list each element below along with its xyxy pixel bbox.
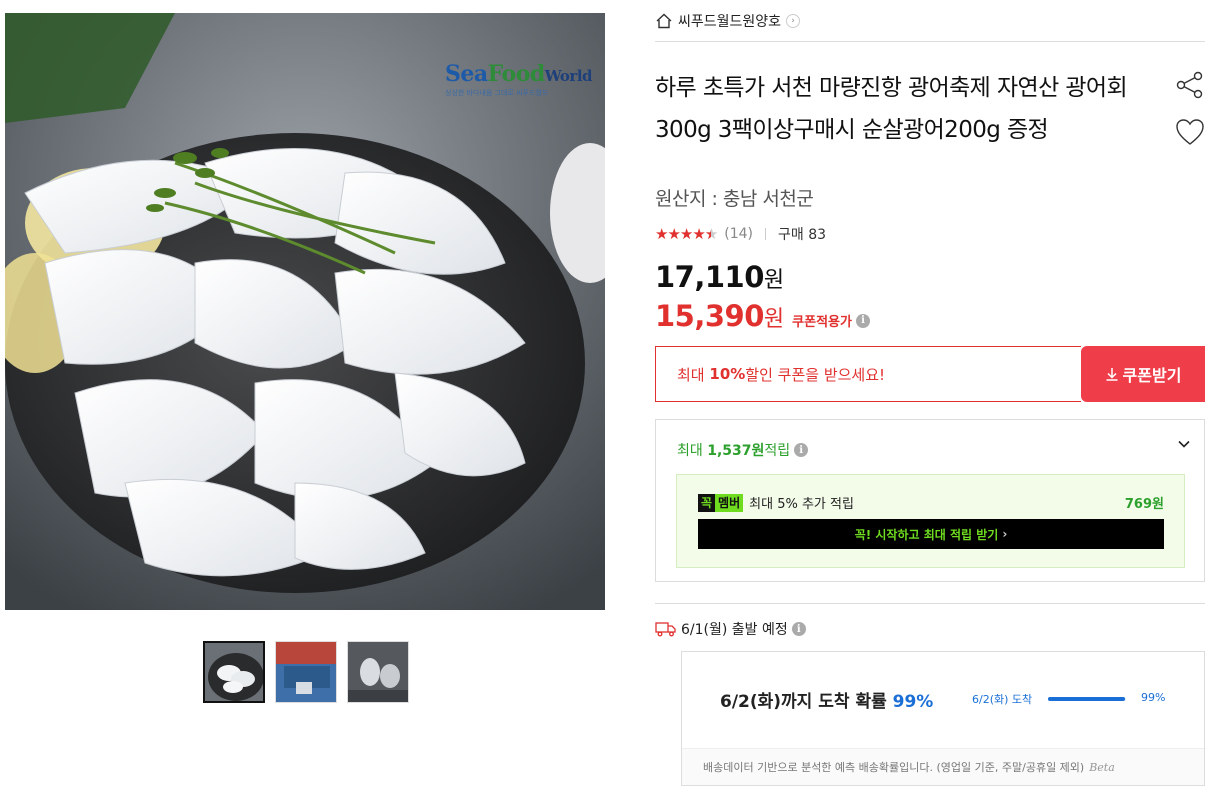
heart-icon[interactable] bbox=[1175, 118, 1205, 146]
arrival-progress-fill bbox=[1048, 697, 1126, 701]
start-membership-label: 꼭! 시작하고 최대 적립 받기 bbox=[854, 527, 999, 542]
divider bbox=[655, 603, 1205, 604]
arrival-footnote: 배송데이터 기반으로 분석한 예측 배송확률입니다. (영업일 기준, 주말/공… bbox=[682, 748, 1204, 785]
sale-price: 15,390 원 쿠폰적용가 i bbox=[655, 299, 870, 333]
truck-icon bbox=[655, 622, 676, 637]
info-icon[interactable]: i bbox=[794, 443, 809, 457]
arrival-probability-box: 6/2(화)까지 도착 확률 99% 6/2(화) 도착 99% 배송데이터 기… bbox=[681, 651, 1205, 786]
chevron-right-icon: › bbox=[1002, 527, 1008, 541]
brand-tagline: 싱싱한 바다내음 그대로 씨푸드월드 bbox=[445, 89, 549, 97]
star-icon: ★ bbox=[667, 225, 680, 243]
coupon-applied-label: 쿠폰적용가 i bbox=[792, 311, 870, 330]
thumbnail-2[interactable] bbox=[275, 641, 337, 703]
coupon-msg-suffix: 할인 쿠폰을 받으세요! bbox=[745, 365, 886, 384]
chevron-down-icon[interactable] bbox=[1176, 436, 1192, 452]
original-price: 17,110원 bbox=[655, 260, 784, 294]
info-icon[interactable]: i bbox=[791, 622, 806, 636]
coupon-msg-prefix: 최대 bbox=[677, 365, 705, 384]
star-icon: ★ bbox=[692, 225, 705, 243]
star-half-icon: ★ bbox=[705, 225, 718, 243]
thumbnail-1[interactable] bbox=[203, 641, 265, 703]
member-badge: 꼭 멤버 bbox=[698, 493, 744, 512]
member-benefit-text: 최대 5% 추가 적립 bbox=[749, 497, 854, 512]
purchase-count: 구매 83 bbox=[778, 227, 827, 243]
arrival-bar-label: 6/2(화) 도착 bbox=[972, 693, 1033, 706]
product-info-panel: 씨푸드월드원양호 › 하루 초특가 서천 마량진항 광어축제 자연산 광어회 3… bbox=[655, 0, 1205, 786]
origin-label: 원산지 : 충남 서천군 bbox=[655, 188, 814, 210]
arrival-probability-text: 6/2(화)까지 도착 확률 99% bbox=[720, 687, 933, 712]
arrival-prefix: 6/2(화)까지 도착 확률 bbox=[720, 692, 893, 712]
brand-logo-text: SeaFoodWorld bbox=[445, 61, 593, 87]
share-icon[interactable] bbox=[1175, 70, 1205, 100]
member-badge-part-2: 멤버 bbox=[715, 493, 744, 512]
original-price-value: 17,110 bbox=[655, 260, 764, 294]
coupon-applied-text: 쿠폰적용가 bbox=[792, 315, 852, 330]
chevron-right-icon: › bbox=[786, 13, 801, 28]
download-icon bbox=[1106, 368, 1118, 381]
rating-stars: ★ ★ ★ ★ ★ bbox=[655, 225, 718, 243]
currency-unit: 원 bbox=[763, 268, 784, 293]
member-benefit-amount: 769원 bbox=[1124, 497, 1164, 512]
get-coupon-label: 쿠폰받기 bbox=[1122, 366, 1182, 385]
points-summary: 최대 1,537원 적립 i bbox=[677, 440, 809, 460]
star-icon: ★ bbox=[679, 225, 693, 243]
action-icons bbox=[1169, 70, 1205, 146]
beta-label: Beta bbox=[1089, 760, 1115, 774]
shipping-departure: 6/1(월) 출발 예정 i bbox=[655, 619, 806, 639]
home-icon bbox=[656, 13, 672, 28]
departure-text: 6/1(월) 출발 예정 bbox=[681, 622, 788, 638]
arrival-bar-percent: 99% bbox=[1141, 691, 1166, 704]
thumbnail-3[interactable] bbox=[347, 641, 409, 703]
get-coupon-button[interactable]: 쿠폰받기 bbox=[1081, 346, 1205, 402]
points-prefix: 최대 bbox=[677, 443, 703, 459]
points-suffix: 적립 bbox=[764, 443, 791, 459]
arrival-percent: 99% bbox=[892, 692, 934, 712]
points-panel: 최대 1,537원 적립 i 꼭 멤버 최대 5% 추가 적립 769원 꼭! 시… bbox=[655, 419, 1205, 582]
coupon-message: 최대 10% 할인 쿠폰을 받으세요! bbox=[655, 346, 1081, 402]
brand-logo: SeaFoodWorld 싱싱한 바다내음 그대로 씨푸드월드 bbox=[445, 61, 593, 105]
divider bbox=[765, 228, 767, 240]
store-name: 씨푸드월드원양호 bbox=[678, 13, 782, 30]
rating-row[interactable]: ★ ★ ★ ★ ★ (14) 구매 83 bbox=[655, 224, 826, 244]
currency-unit: 원 bbox=[763, 307, 785, 332]
review-count[interactable]: (14) bbox=[724, 226, 753, 242]
product-title: 하루 초특가 서천 마량진항 광어축제 자연산 광어회 300g 3팩이상구매시… bbox=[655, 75, 1128, 143]
member-badge-part-1: 꼭 bbox=[698, 493, 716, 512]
points-amount: 1,537원 bbox=[707, 443, 765, 459]
member-benefit-row: 꼭 멤버 최대 5% 추가 적립 769원 bbox=[698, 493, 1164, 512]
thumbnail-strip bbox=[203, 641, 409, 703]
sale-price-value: 15,390 bbox=[655, 299, 764, 333]
coupon-msg-percent: 10% bbox=[709, 365, 746, 383]
member-benefit-box: 꼭 멤버 최대 5% 추가 적립 769원 꼭! 시작하고 최대 적립 받기 › bbox=[676, 474, 1185, 568]
product-main-image[interactable]: SeaFoodWorld 싱싱한 바다내음 그대로 씨푸드월드 bbox=[5, 13, 605, 610]
arrival-footnote-text: 배송데이터 기반으로 분석한 예측 배송확률입니다. (영업일 기준, 주말/공… bbox=[703, 761, 1085, 774]
star-icon: ★ bbox=[655, 225, 668, 243]
arrival-progress-bar bbox=[1048, 697, 1126, 701]
start-membership-button[interactable]: 꼭! 시작하고 최대 적립 받기 › bbox=[698, 519, 1164, 549]
coupon-banner: 최대 10% 할인 쿠폰을 받으세요! 쿠폰받기 bbox=[655, 346, 1205, 402]
info-icon[interactable]: i bbox=[855, 313, 870, 328]
store-link[interactable]: 씨푸드월드원양호 › bbox=[655, 0, 1205, 42]
